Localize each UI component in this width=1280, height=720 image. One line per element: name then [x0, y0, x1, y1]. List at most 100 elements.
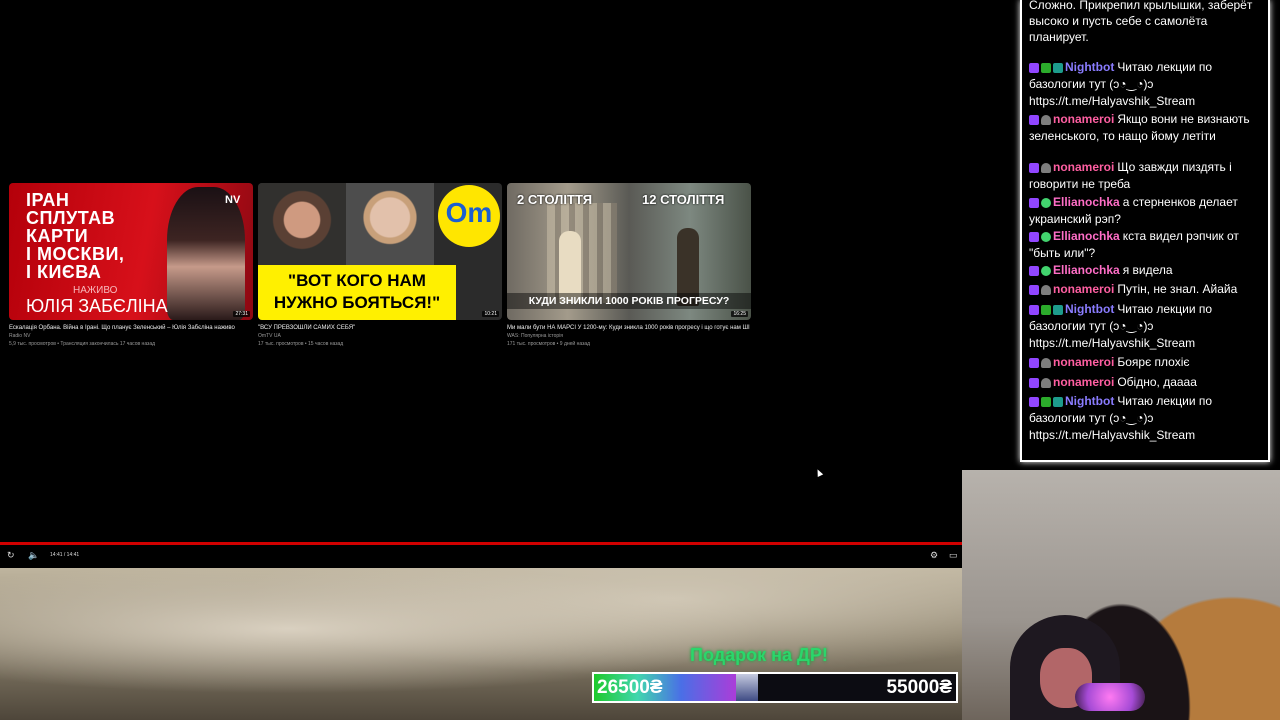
bot-badge-icon [1053, 62, 1063, 73]
chat-text: Обідно, дааaa [1117, 375, 1197, 389]
chat-username[interactable]: Nightbot [1065, 394, 1114, 408]
chat-text: я видела [1122, 263, 1173, 277]
video-duration: 16:25 [731, 311, 748, 317]
chat-username[interactable]: nonameroi [1053, 282, 1114, 296]
chat-message: Nightbot Читаю лекции по базологии тут (ↄ… [1029, 301, 1265, 352]
thumbnail-caption: КУДИ ЗНИКЛИ 1000 РОКІВ ПРОГРЕСУ? [507, 293, 751, 309]
channel-badge: NV [225, 194, 241, 206]
video-meta: 5,9 тыс. просмотров • Трансляция закончи… [9, 341, 156, 347]
video-title[interactable]: "ВСУ ПРЕВЗОШЛИ САМИХ СЕБЯ" [258, 324, 502, 332]
mod-badge-icon [1041, 304, 1051, 315]
video-title[interactable]: Ескалація Орбана. Війна в Ірані. Що план… [9, 324, 253, 332]
player-controls: ↻ 🔈 14:41 / 14:41 ⚙ ▭ [0, 546, 962, 566]
twitch-badge-icon [1029, 231, 1039, 242]
wolf-badge-icon [1041, 162, 1051, 173]
thumbnail-label-right: 12 СТОЛІТТЯ [642, 192, 725, 207]
presenter-photo [167, 187, 245, 320]
replay-icon[interactable]: ↻ [7, 550, 15, 561]
twitch-badge-icon [1029, 265, 1039, 276]
chat-message: nonameroi Що завжди пиздять і говорити не… [1029, 159, 1265, 193]
donation-goal-current: 26500₴ [597, 677, 663, 698]
video-duration: 10:21 [482, 311, 499, 317]
alien-badge-icon [1041, 231, 1051, 242]
chat-username[interactable]: Nightbot [1065, 60, 1114, 74]
video-meta: 171 тыс. просмотров • 9 дней назад [507, 341, 591, 347]
twitch-badge-icon [1029, 62, 1039, 73]
chat-username[interactable]: nonameroi [1053, 160, 1114, 174]
chat-username[interactable]: Ellianochka [1053, 229, 1120, 243]
chat-message: nonameroi Обідно, дааaa [1029, 374, 1265, 391]
logo-text: Om [445, 197, 493, 228]
chat-username[interactable]: Ellianochka [1053, 263, 1120, 277]
chat-message: Ellianochka кста видел рэпчик от "быть ил… [1029, 228, 1265, 262]
temple-image [547, 203, 617, 303]
chat-message: Ellianochka я видела [1029, 262, 1265, 279]
twitch-badge-icon [1029, 396, 1039, 407]
fullscreen-icon[interactable]: ▭ [949, 550, 958, 561]
thumbnail-quote: "ВОТ КОГО НАМ НУЖНО БОЯТЬСЯ!" [258, 265, 456, 320]
video-card[interactable]: Om "ВОТ КОГО НАМ НУЖНО БОЯТЬСЯ!" 10:21 "… [258, 183, 502, 348]
volume-icon[interactable]: 🔈 [28, 550, 39, 561]
chat-message: Nightbot Читаю лекции по базологии тут (ↄ… [1029, 393, 1265, 444]
twitch-badge-icon [1029, 114, 1039, 125]
twitch-badge-icon [1029, 197, 1039, 208]
video-thumbnail[interactable]: 2 СТОЛІТТЯ 12 СТОЛІТТЯ КУДИ ЗНИКЛИ 1000 … [507, 183, 751, 320]
twitch-badge-icon [1029, 377, 1039, 388]
video-card[interactable]: 2 СТОЛІТТЯ 12 СТОЛІТТЯ КУДИ ЗНИКЛИ 1000 … [507, 183, 751, 348]
video-player[interactable]: ІРАН СПЛУТАВ КАРТИ І МОСКВИ, І КИЄВА NV … [0, 0, 962, 568]
video-channel[interactable]: WAS: Популярна історія [507, 332, 751, 340]
chat-message: Ellianochka а стерненков делает украински… [1029, 194, 1265, 228]
donation-goal-target: 55000₴ [886, 677, 952, 698]
video-thumbnail[interactable]: ІРАН СПЛУТАВ КАРТИ І МОСКВИ, І КИЄВА NV … [9, 183, 253, 320]
chat-message: Nightbot Читаю лекции по базологии тут (ↄ… [1029, 59, 1265, 110]
alien-badge-icon [1041, 197, 1051, 208]
chat-username[interactable]: Ellianochka [1053, 195, 1120, 209]
video-channel[interactable]: Radio NV [9, 332, 253, 340]
bot-badge-icon [1053, 304, 1063, 315]
mod-badge-icon [1041, 62, 1051, 73]
bot-badge-icon [1053, 396, 1063, 407]
video-thumbnail[interactable]: Om "ВОТ КОГО НАМ НУЖНО БОЯТЬСЯ!" 10:21 [258, 183, 502, 320]
wolf-badge-icon [1041, 284, 1051, 295]
video-meta: 17 тыс. просмотров • 15 часов назад [258, 341, 344, 347]
twitch-badge-icon [1029, 357, 1039, 368]
donation-goal-title: Подарок на ДР! [690, 645, 828, 665]
thumbnail-live-label: НАЖИВО [73, 285, 118, 296]
video-card[interactable]: ІРАН СПЛУТАВ КАРТИ І МОСКВИ, І КИЄВА NV … [9, 183, 253, 348]
chat-message: nonameroi Путін, не знал. Айайа [1029, 281, 1265, 298]
mouse-cursor [814, 468, 824, 477]
chat-overlay: Сложно. Прикрепил крылышки, заберёт высо… [1020, 0, 1270, 462]
progress-bar[interactable] [0, 542, 962, 545]
wolf-badge-icon [1041, 377, 1051, 388]
chat-message-partial: Сложно. Прикрепил крылышки, заберёт высо… [1029, 0, 1253, 44]
thumbnail-name: ЮЛІЯ ЗАБЄЛІНА [26, 296, 168, 316]
guest-photo-right [346, 183, 434, 265]
wolf-badge-icon [1041, 114, 1051, 125]
chat-username[interactable]: Nightbot [1065, 302, 1114, 316]
omtv-logo: Om [438, 185, 500, 247]
mod-badge-icon [1041, 396, 1051, 407]
thumbnail-headline: ІРАН СПЛУТАВ КАРТИ І МОСКВИ, І КИЄВА [26, 190, 125, 282]
twitch-badge-icon [1029, 162, 1039, 173]
video-channel[interactable]: OmTV UA [258, 332, 502, 340]
chat-text: Путін, не знал. Айайа [1117, 282, 1238, 296]
chat-message: nonameroi Боярє плохіє [1029, 354, 1265, 371]
chat-username[interactable]: nonameroi [1053, 112, 1114, 126]
guest-photo-left [258, 183, 346, 265]
video-duration: 27:31 [233, 311, 250, 317]
chat-message: nonameroi Якщо вони не визнають зеленсько… [1029, 111, 1265, 145]
chat-username[interactable]: nonameroi [1053, 355, 1114, 369]
chat-username[interactable]: nonameroi [1053, 375, 1114, 389]
chat-text: Боярє плохіє [1117, 355, 1190, 369]
time-display: 14:41 / 14:41 [50, 552, 80, 558]
wolf-badge-icon [1041, 357, 1051, 368]
goal-avatar [736, 674, 758, 701]
donation-goal-bar: 26500₴ 55000₴ [592, 672, 958, 703]
alien-badge-icon [1041, 265, 1051, 276]
settings-icon[interactable]: ⚙ [930, 550, 938, 561]
microphone-icon [1075, 683, 1145, 711]
video-title[interactable]: Ми мали бути НА МАРСІ У 1200-му: Куди зн… [507, 324, 751, 332]
twitch-badge-icon [1029, 304, 1039, 315]
thumbnail-label-left: 2 СТОЛІТТЯ [517, 192, 593, 207]
twitch-badge-icon [1029, 284, 1039, 295]
